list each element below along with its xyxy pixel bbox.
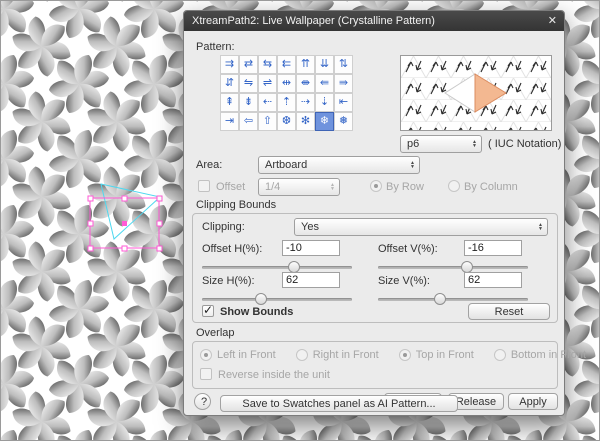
- notation-label: ( IUC Notation): [488, 138, 561, 150]
- pattern-cell[interactable]: ⇅: [334, 55, 353, 74]
- overlap-option-label: Top in Front: [416, 349, 474, 361]
- overlap-option[interactable]: Top in Front: [399, 349, 474, 361]
- offset-h-label: Offset H(%):: [202, 243, 262, 255]
- pattern-cell[interactable]: ❄: [315, 112, 334, 131]
- pattern-cell[interactable]: ⇋: [239, 74, 258, 93]
- pattern-cell[interactable]: ⇹: [277, 74, 296, 93]
- pattern-grid: ⇉⇄⇆⇇⇈⇊⇅ ⇵⇋⇌⇹⇼⇚⇛ ⇞⇟⇠⇡⇢⇣⇤ ⇥⇦⇧❆✻❄❅: [220, 55, 353, 131]
- pattern-cell[interactable]: ⇚: [315, 74, 334, 93]
- pattern-cell[interactable]: ⇈: [296, 55, 315, 74]
- radio-icon[interactable]: [200, 349, 212, 361]
- clipping-label: Clipping:: [202, 221, 245, 233]
- offset-h-field[interactable]: [282, 240, 340, 256]
- size-h-field[interactable]: [282, 272, 340, 288]
- clipping-bounds-title: Clipping Bounds: [196, 199, 276, 211]
- pattern-cell[interactable]: ⇞: [220, 93, 239, 112]
- pattern-cell[interactable]: ⇌: [258, 74, 277, 93]
- reset-button[interactable]: Reset: [468, 303, 550, 320]
- pattern-label: Pattern:: [196, 41, 235, 53]
- pattern-cell[interactable]: ⇵: [220, 74, 239, 93]
- reverse-label: Reverse inside the unit: [218, 369, 330, 381]
- offset-fraction-select[interactable]: 1/4 ▲▼: [258, 178, 340, 196]
- by-row-radio[interactable]: [370, 180, 382, 192]
- area-value: Artboard: [265, 159, 410, 171]
- offset-v-label: Offset V(%):: [378, 243, 438, 255]
- area-label: Area:: [196, 159, 222, 171]
- show-bounds-checkbox[interactable]: ✓: [202, 305, 214, 317]
- dropdown-arrows-icon: ▲▼: [410, 161, 415, 169]
- offset-checkbox[interactable]: [198, 180, 210, 192]
- size-h-label: Size H(%):: [202, 275, 255, 287]
- slider-thumb[interactable]: [434, 293, 446, 305]
- show-bounds-label: Show Bounds: [220, 306, 293, 318]
- dropdown-arrows-icon: ▲▼: [330, 183, 335, 191]
- clipping-value: Yes: [301, 221, 538, 233]
- overlap-option[interactable]: Left in Front: [200, 349, 276, 361]
- pattern-cell[interactable]: ⇊: [315, 55, 334, 74]
- save-to-swatches-button[interactable]: Save to Swatches panel as AI Pattern...: [220, 395, 458, 412]
- dialog-title: XtreamPath2: Live Wallpaper (Crystalline…: [192, 15, 435, 27]
- reverse-checkbox[interactable]: [200, 368, 212, 380]
- dropdown-arrows-icon: ▲▼: [538, 223, 543, 231]
- live-wallpaper-dialog: XtreamPath2: Live Wallpaper (Crystalline…: [183, 10, 565, 416]
- overlap-option[interactable]: Right in Front: [296, 349, 379, 361]
- notation-value: p6: [407, 138, 472, 150]
- pattern-cell[interactable]: ⇤: [334, 93, 353, 112]
- overlap-option-label: Bottom in Front: [511, 349, 586, 361]
- dialog-titlebar[interactable]: XtreamPath2: Live Wallpaper (Crystalline…: [184, 11, 564, 31]
- pattern-cell[interactable]: ⇥: [220, 112, 239, 131]
- pattern-cell[interactable]: ✻: [296, 112, 315, 131]
- slider-thumb[interactable]: [255, 293, 267, 305]
- radio-icon[interactable]: [399, 349, 411, 361]
- pattern-cell[interactable]: ❆: [277, 112, 296, 131]
- pattern-cell[interactable]: ⇣: [315, 93, 334, 112]
- overlap-option[interactable]: Bottom in Front: [494, 349, 586, 361]
- pattern-preview: [400, 55, 552, 131]
- radio-icon[interactable]: [296, 349, 308, 361]
- pattern-cell[interactable]: ⇼: [296, 74, 315, 93]
- dropdown-arrows-icon: ▲▼: [472, 140, 477, 148]
- clipping-select[interactable]: Yes ▲▼: [294, 218, 548, 236]
- check-icon: ✓: [203, 303, 213, 317]
- overlap-option-label: Left in Front: [217, 349, 276, 361]
- overlap-option-label: Right in Front: [313, 349, 379, 361]
- pattern-cell[interactable]: ⇧: [258, 112, 277, 131]
- size-v-field[interactable]: [464, 272, 522, 288]
- pattern-cell[interactable]: ⇡: [277, 93, 296, 112]
- overlap-options: Left in Front Right in Front Top in Front B…: [200, 349, 586, 361]
- help-button[interactable]: ?: [194, 393, 211, 410]
- apply-button[interactable]: Apply: [508, 393, 558, 410]
- by-column-radio[interactable]: [448, 180, 460, 192]
- screenshot-frame: XtreamPath2: Live Wallpaper (Crystalline…: [0, 0, 600, 441]
- pattern-cell[interactable]: ⇉: [220, 55, 239, 74]
- pattern-cell[interactable]: ⇇: [277, 55, 296, 74]
- close-icon[interactable]: ✕: [548, 14, 557, 27]
- offset-fraction-value: 1/4: [265, 181, 330, 193]
- pattern-cell[interactable]: ⇢: [296, 93, 315, 112]
- overlap-title: Overlap: [196, 327, 235, 339]
- notation-select[interactable]: p6 ▲▼: [400, 135, 482, 153]
- pattern-cell[interactable]: ⇄: [239, 55, 258, 74]
- pattern-cell[interactable]: ❅: [334, 112, 353, 131]
- by-column-label: By Column: [464, 181, 518, 193]
- radio-icon[interactable]: [494, 349, 506, 361]
- pattern-cell[interactable]: ⇠: [258, 93, 277, 112]
- pattern-cell[interactable]: ⇆: [258, 55, 277, 74]
- pattern-cell[interactable]: ⇛: [334, 74, 353, 93]
- pattern-cell[interactable]: ⇦: [239, 112, 258, 131]
- offset-v-field[interactable]: [464, 240, 522, 256]
- by-row-label: By Row: [386, 181, 424, 193]
- pattern-cell[interactable]: ⇟: [239, 93, 258, 112]
- size-v-label: Size V(%):: [378, 275, 430, 287]
- size-h-slider[interactable]: [202, 293, 352, 305]
- offset-label: Offset: [216, 181, 245, 193]
- area-select[interactable]: Artboard ▲▼: [258, 156, 420, 174]
